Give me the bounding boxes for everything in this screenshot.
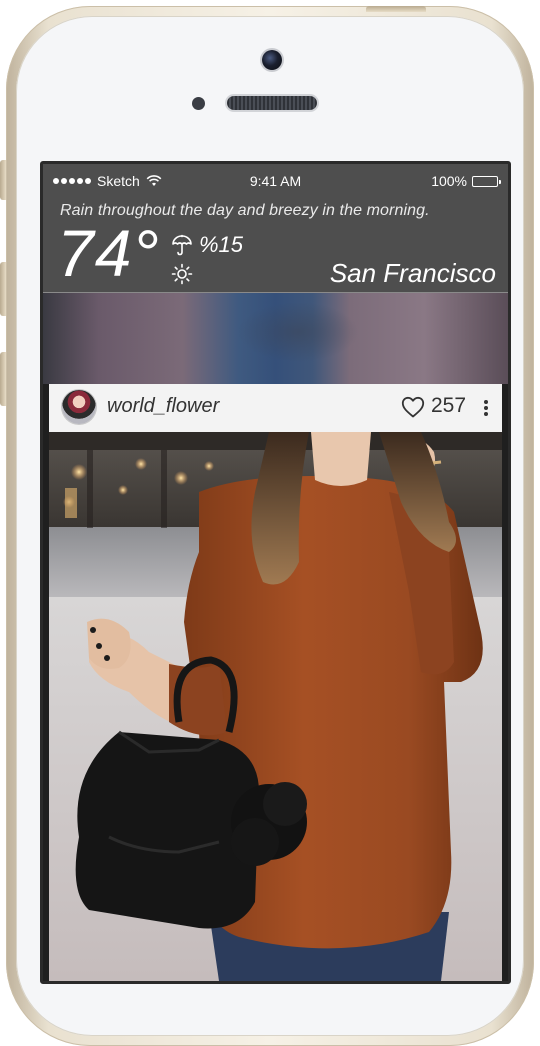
battery-icon (472, 175, 501, 187)
sun-icon (171, 263, 193, 285)
umbrella-icon (172, 234, 192, 256)
screen: Sketch 9:41 AM 100% Rain throughout the … (40, 161, 511, 984)
front-camera (262, 50, 282, 70)
precipitation-chance: %15 (199, 232, 244, 257)
weather-header: Sketch 9:41 AM 100% Rain throughout the … (43, 164, 508, 293)
background-photo-strip (43, 292, 508, 384)
volume-down-button (0, 352, 6, 406)
temperature: 74° (57, 216, 160, 290)
avatar[interactable] (62, 390, 96, 424)
volume-up-button (0, 262, 6, 316)
battery-percent: 100% (431, 173, 467, 189)
post-image (49, 432, 502, 981)
heart-icon[interactable] (401, 396, 425, 418)
status-bar: Sketch 9:41 AM 100% (43, 164, 508, 196)
proximity-sensor (192, 97, 205, 110)
post-header: world_flower 257 (49, 384, 502, 433)
power-button (366, 6, 426, 12)
username[interactable]: world_flower (107, 395, 219, 418)
more-icon[interactable] (481, 398, 491, 418)
status-right: 100% (431, 173, 501, 189)
mute-switch (0, 160, 6, 200)
post-photo[interactable] (49, 432, 502, 981)
city-name[interactable]: San Francisco (330, 258, 496, 289)
like-count: 257 (431, 394, 467, 417)
earpiece-speaker (227, 96, 317, 110)
